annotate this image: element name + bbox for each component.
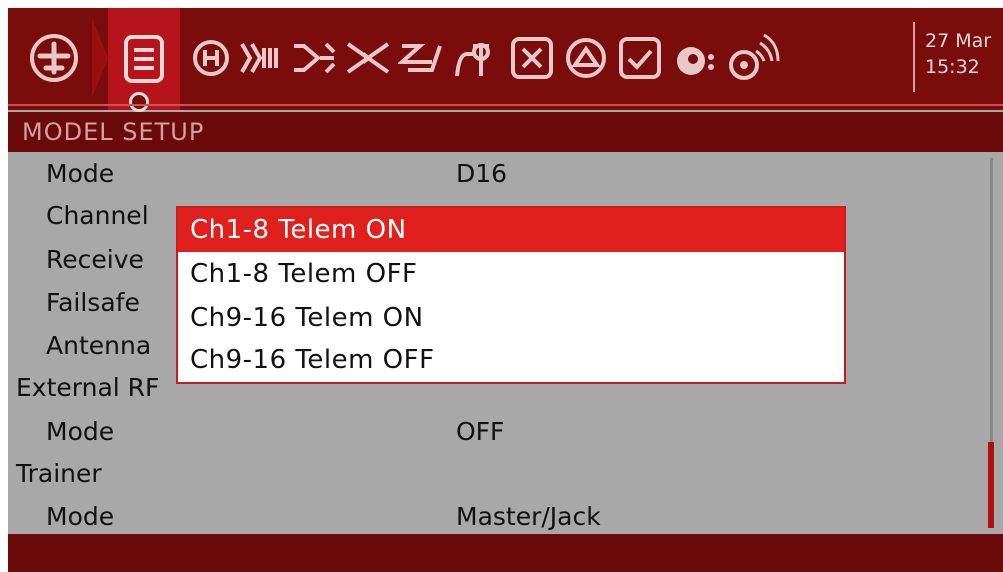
date-label: 27 Mar [925,30,992,52]
setting-label: Mode [46,417,115,446]
option-popup-menu: Ch1-8 Telem ON Ch1-8 Telem OFF Ch9-16 Te… [176,206,846,384]
setting-value[interactable]: D16 [456,154,507,194]
section-label: Trainer [16,459,102,488]
inputs-icon[interactable] [236,8,286,108]
custom-scripts-icon[interactable] [560,8,612,108]
mixer-icon[interactable] [288,8,340,108]
setting-row-external-mode[interactable]: Mode OFF [46,412,946,452]
setting-row-mode[interactable]: Mode D16 [46,154,946,194]
menu-item-ch9-16-telem-on[interactable]: Ch9-16 Telem ON [178,296,844,340]
setting-value[interactable]: OFF [456,412,504,452]
section-label: External RF [16,373,160,402]
scrollbar-thumb[interactable] [988,442,994,528]
menu-item-ch1-8-telem-on[interactable]: Ch1-8 Telem ON [178,208,844,252]
menu-item-ch9-16-telem-off[interactable]: Ch9-16 Telem OFF [178,338,844,382]
setting-label: Channel [46,201,149,230]
sound-icon[interactable] [722,8,782,108]
chevron-right-icon [92,18,108,98]
setting-value[interactable]: Master/Jack [456,497,601,537]
setting-label: Mode [46,159,115,188]
telemetry-icon[interactable] [614,8,666,108]
top-menu-bar: 27 Mar 15:32 [8,8,1003,112]
setting-label: Antenna [46,331,152,360]
radio-screen: 27 Mar 15:32 MODEL SETUP Mode D16 Channe… [8,8,1003,572]
heli-icon[interactable] [188,8,234,108]
airplane-icon[interactable] [8,8,100,108]
setting-label: Mode [46,502,115,531]
special-functions-icon[interactable] [506,8,558,108]
section-header-trainer: Trainer [16,454,916,494]
menu-item-ch1-8-telem-off[interactable]: Ch1-8 Telem OFF [178,252,844,296]
active-tab-indicator [129,92,149,112]
checklist-icon[interactable] [668,8,720,108]
outputs-icon[interactable] [342,8,394,108]
setting-row-trainer-mode[interactable]: Mode Master/Jack [46,497,946,537]
curves-icon[interactable] [396,8,448,108]
date-time-display: 27 Mar 15:32 [913,22,1003,92]
time-label: 15:32 [925,56,980,78]
setting-label: Receive [46,245,144,274]
divider [8,104,1003,106]
setting-label: Failsafe [46,288,140,317]
logical-switches-icon[interactable] [450,8,504,108]
bottom-bar [8,534,1003,572]
page-title: MODEL SETUP [8,112,1003,152]
